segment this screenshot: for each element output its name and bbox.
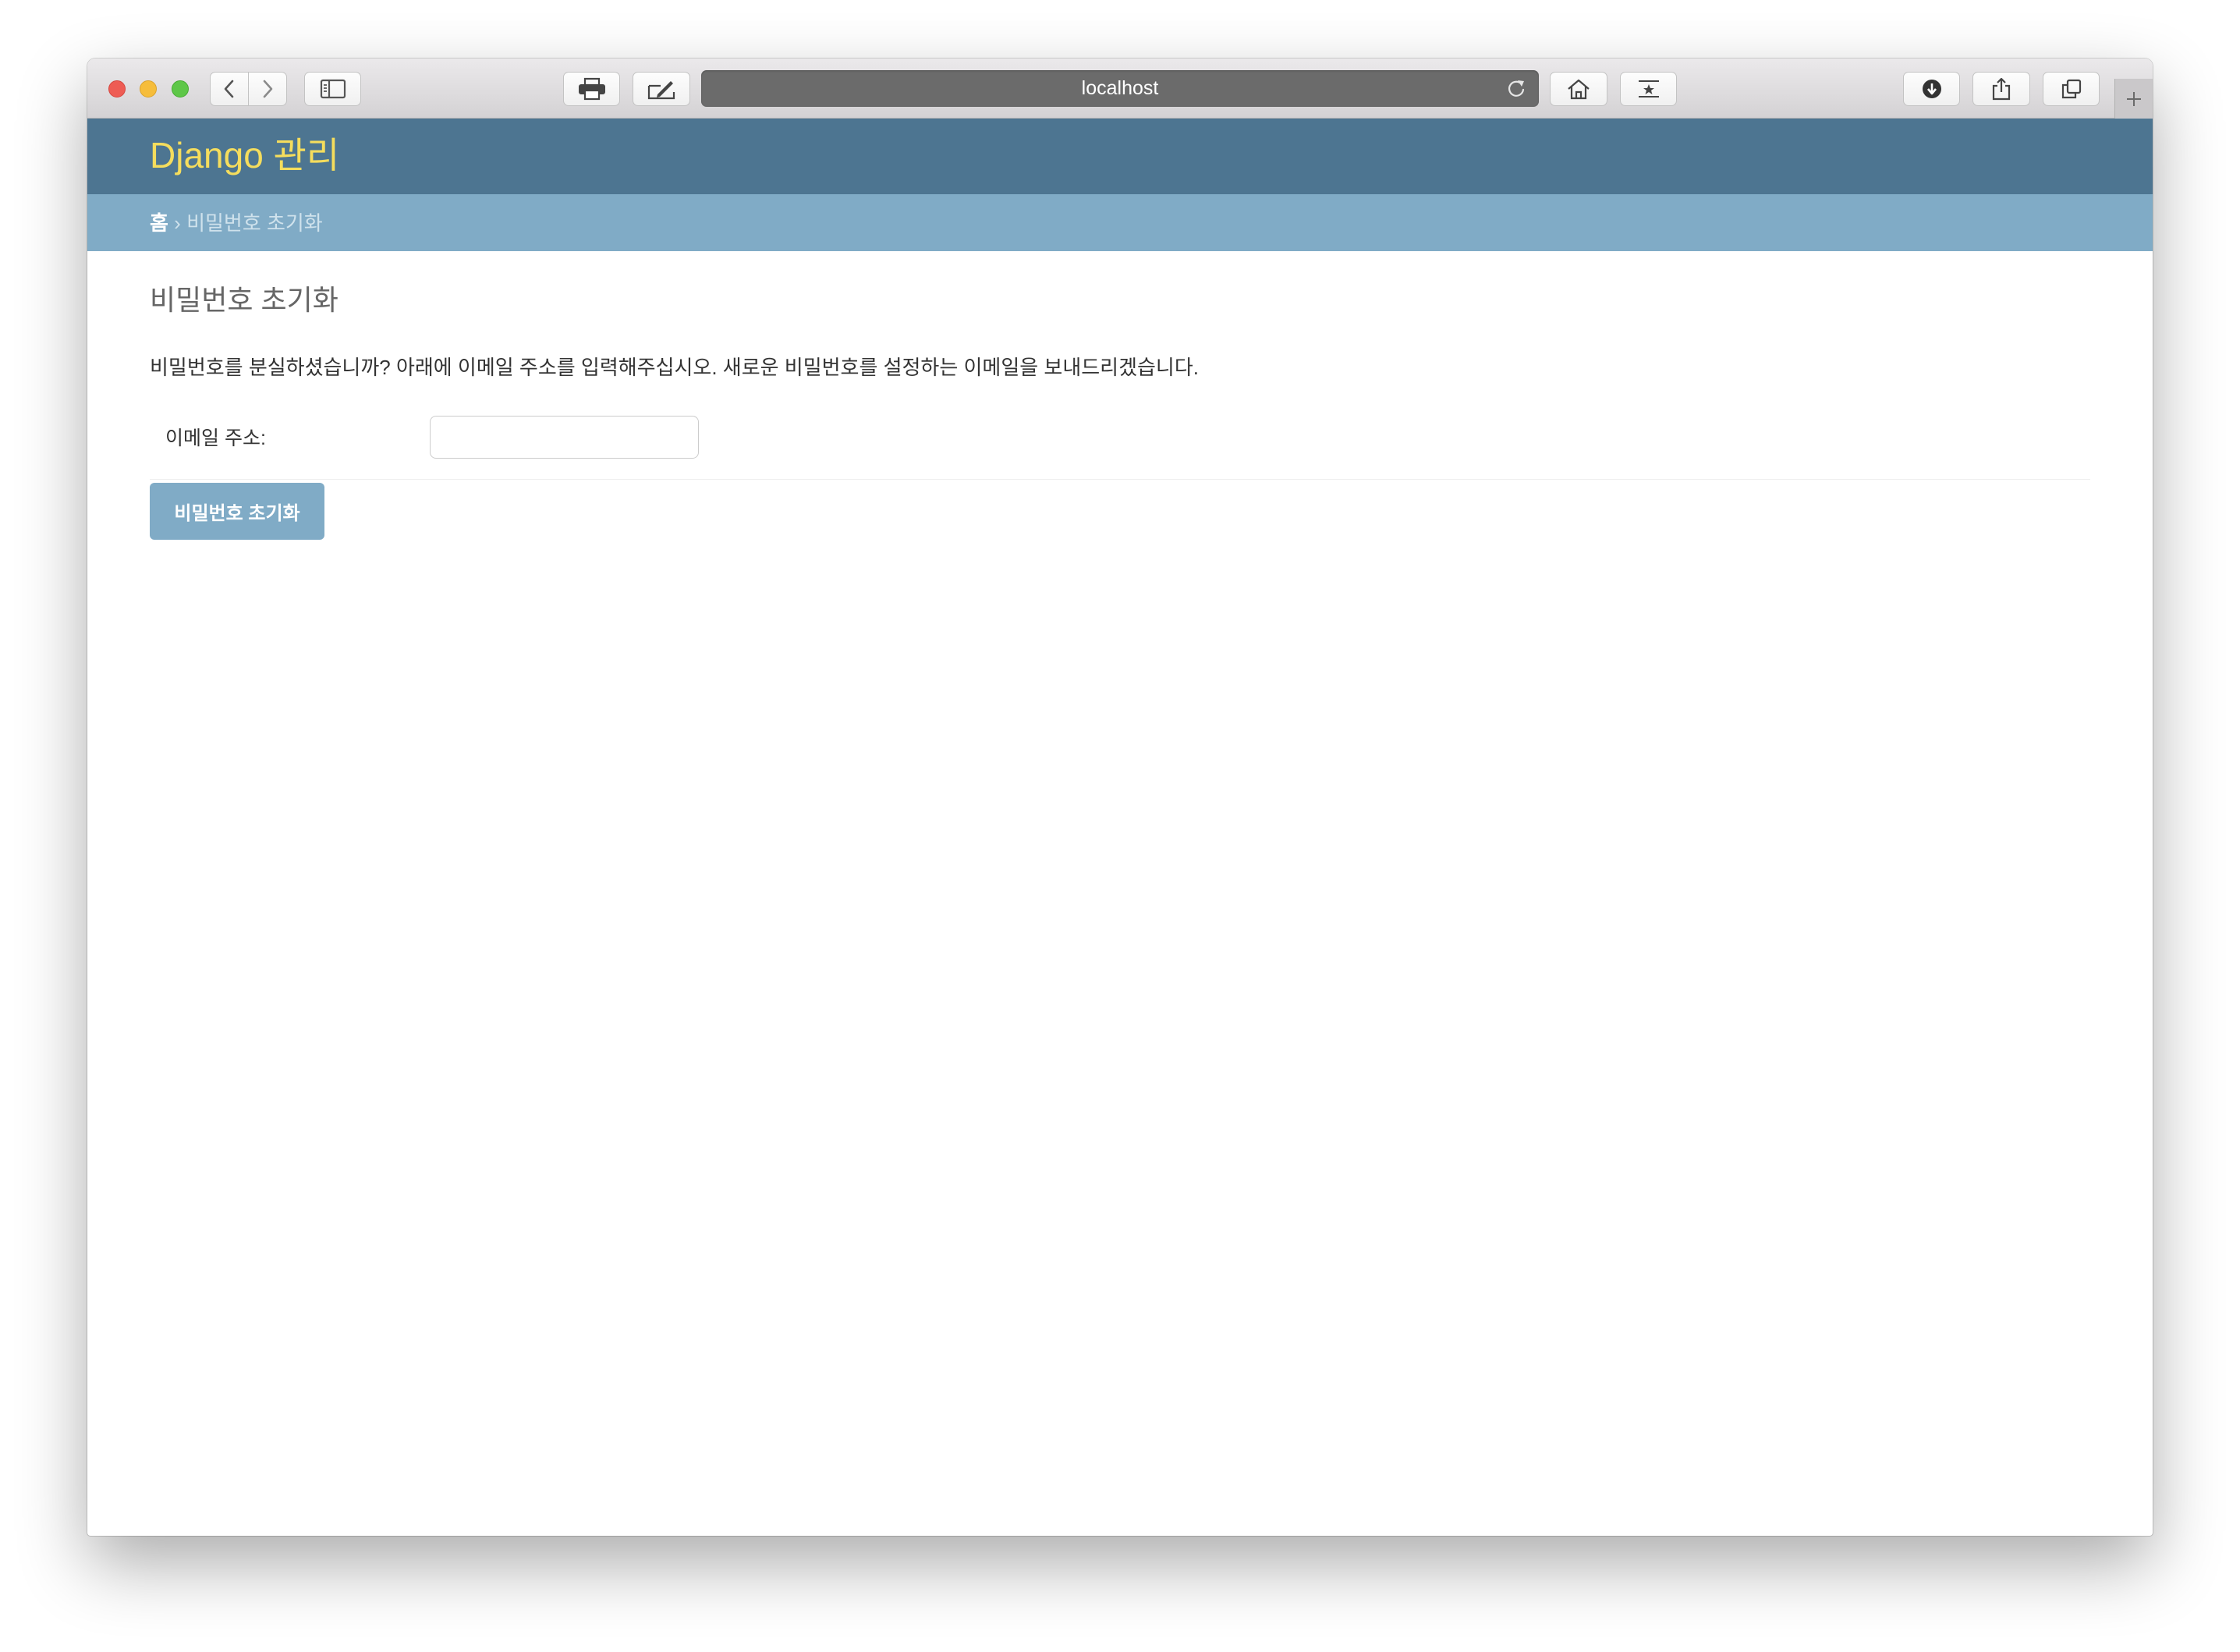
forward-button[interactable]: [248, 72, 287, 106]
form-divider: [150, 479, 2090, 480]
sidebar-button[interactable]: [304, 72, 361, 106]
intro-text: 비밀번호를 분실하셨습니까? 아래에 이메일 주소를 입력해주십시오. 새로운 …: [150, 356, 1199, 379]
breadcrumb-home-link[interactable]: 홈: [150, 211, 168, 235]
tabs-overview-icon: [2061, 79, 2081, 99]
tab-overview-button[interactable]: [2043, 72, 2100, 106]
share-icon: [1992, 77, 2011, 101]
email-label: 이메일 주소:: [165, 427, 266, 449]
reload-icon[interactable]: [1505, 77, 1528, 101]
new-tab-button[interactable]: [2114, 79, 2153, 119]
printer-icon: [578, 77, 605, 101]
chevron-right-icon: [263, 80, 273, 98]
home-icon: [1568, 79, 1590, 100]
print-button[interactable]: [563, 72, 620, 106]
star-icon: [1638, 80, 1659, 97]
downloads-button[interactable]: [1903, 72, 1960, 106]
chevron-left-icon: [224, 80, 234, 98]
share-button[interactable]: [1972, 72, 2030, 106]
browser-toolbar: localhost: [87, 58, 2153, 119]
minimize-window-button[interactable]: [140, 80, 157, 97]
download-icon: [1922, 80, 1941, 98]
breadcrumb-trail: 홈 › 비밀번호 초기화: [150, 211, 323, 236]
address-bar-url[interactable]: localhost: [701, 70, 1539, 107]
markup-pen-icon: [647, 81, 675, 100]
browser-window: localhost Django 관리 홈 › 비밀번호 초기화 비밀번호 초기…: [87, 58, 2153, 1536]
plus-icon: [2127, 91, 2141, 106]
address-bar[interactable]: localhost: [701, 70, 1539, 107]
home-button[interactable]: [1550, 72, 1607, 106]
markup-button[interactable]: [633, 72, 690, 106]
back-button[interactable]: [210, 72, 249, 106]
site-branding[interactable]: Django 관리: [150, 134, 339, 176]
reset-password-button[interactable]: 비밀번호 초기화: [150, 483, 324, 540]
email-field[interactable]: [430, 416, 699, 459]
sidebar-icon: [320, 79, 346, 99]
page-title: 비밀번호 초기화: [150, 284, 338, 316]
breadcrumb-current: 비밀번호 초기화: [186, 211, 323, 235]
top-sites-button[interactable]: [1620, 72, 1677, 106]
breadcrumb-separator: ›: [174, 211, 181, 235]
close-window-button[interactable]: [108, 80, 126, 97]
admin-header: Django 관리: [87, 119, 2153, 194]
zoom-window-button[interactable]: [172, 80, 189, 97]
breadcrumb: 홈 › 비밀번호 초기화: [87, 194, 2153, 251]
